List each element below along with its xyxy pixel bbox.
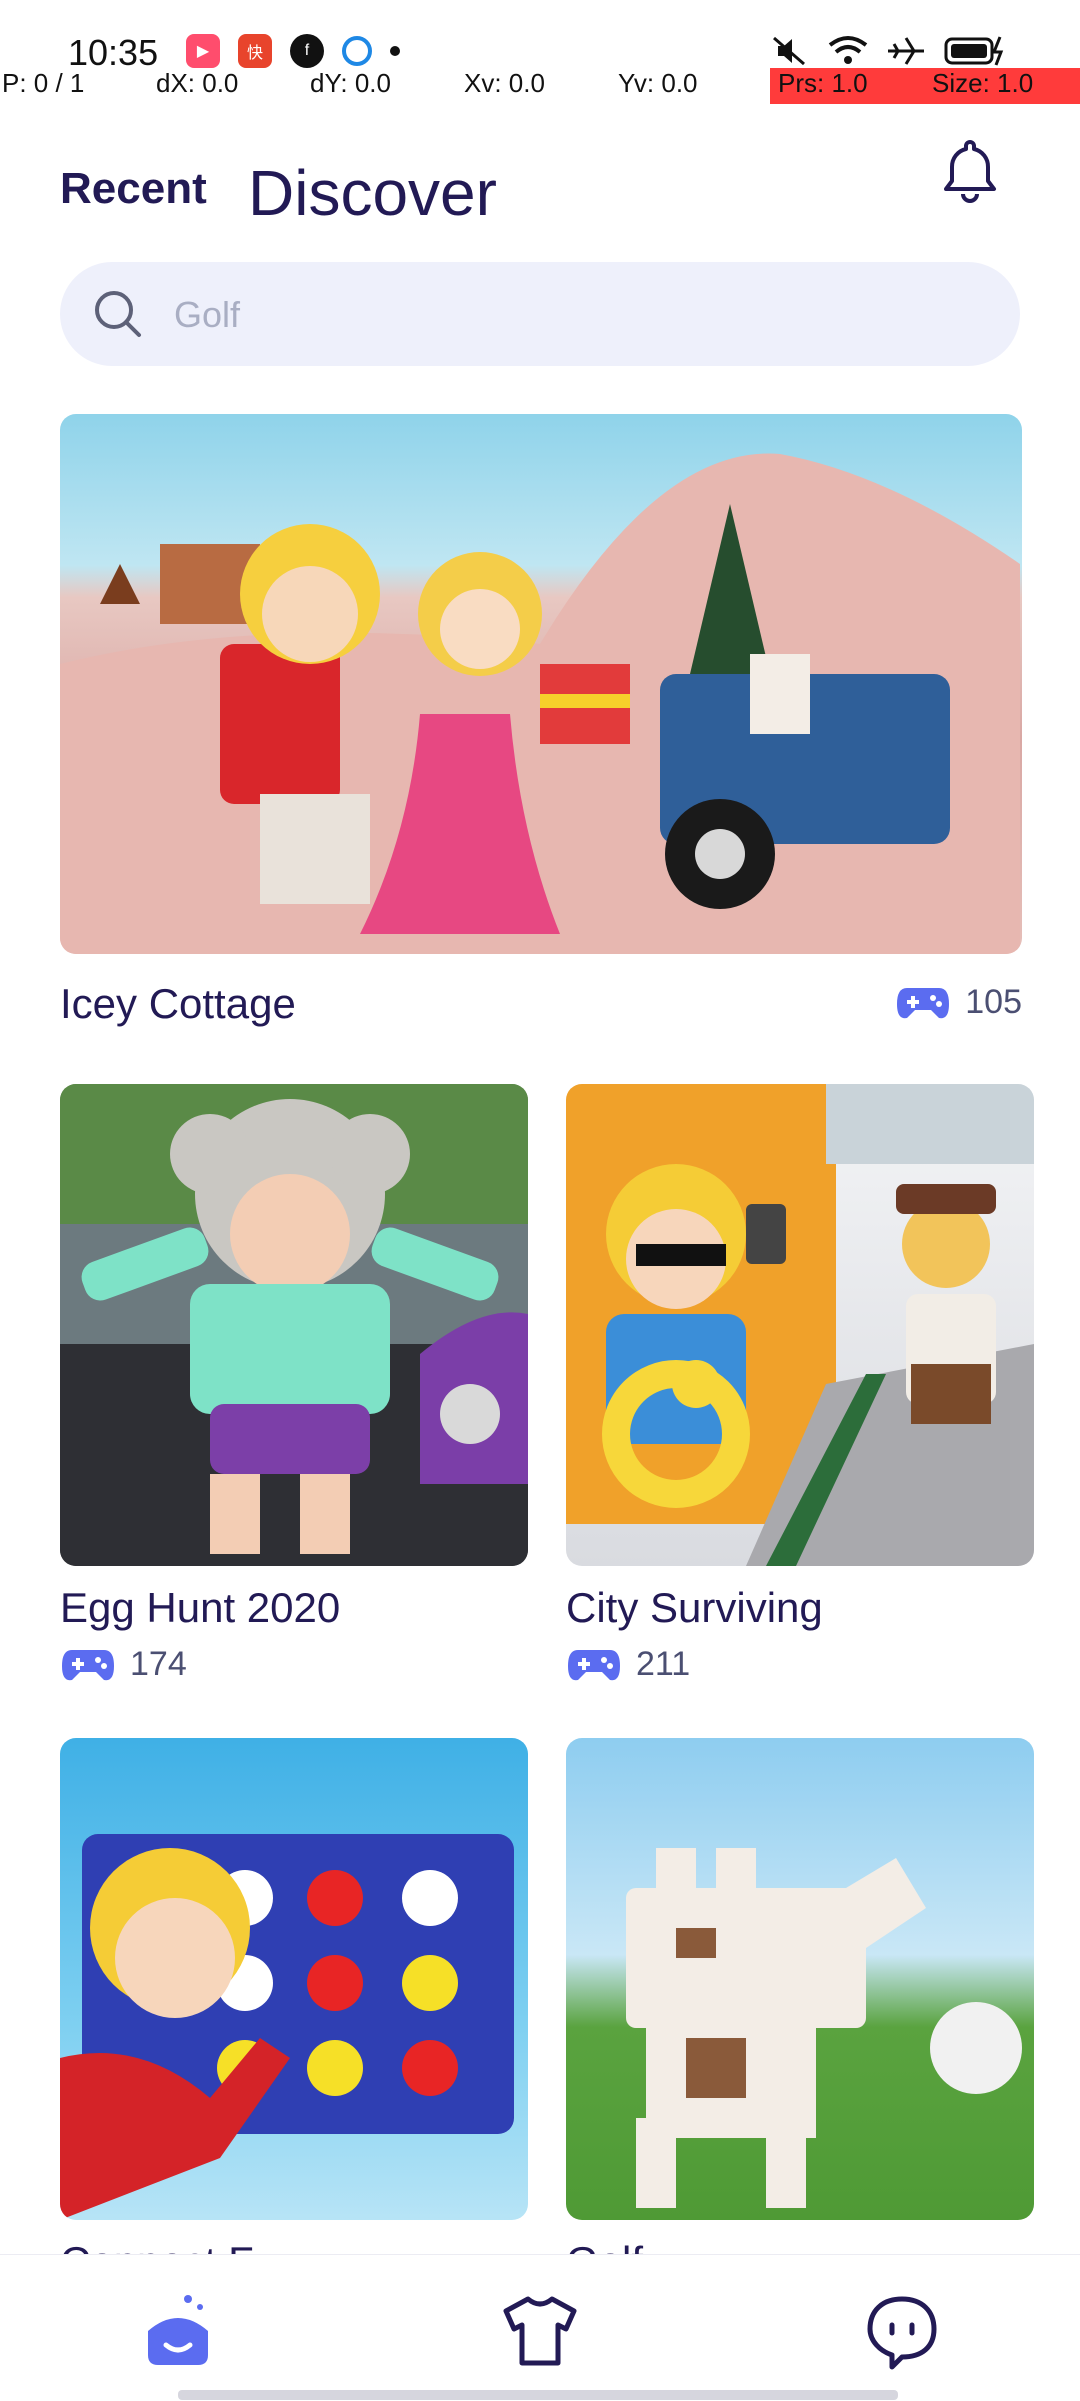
play-count: 211 (566, 1644, 690, 1684)
game-thumbnail[interactable] (60, 1738, 528, 2220)
game-thumbnail[interactable] (566, 1084, 1034, 1566)
browser-icon (342, 36, 372, 66)
facebook-icon: f (290, 34, 324, 68)
pointer-count: P: 0 / 1 (2, 68, 85, 98)
tab-discover[interactable]: Discover (248, 156, 497, 230)
gamepad-icon (62, 1650, 114, 1681)
search-bar[interactable] (60, 262, 1020, 366)
bell-icon[interactable] (934, 134, 1006, 206)
play-count-value: 174 (130, 1644, 187, 1683)
play-count: 174 (60, 1644, 187, 1684)
game-title: Icey Cottage (60, 980, 296, 1027)
pointer-location-overlay: P: 0 / 1 dX: 0.0 dY: 0.0 Xv: 0.0 Yv: 0.0… (0, 68, 1080, 104)
play-count-value: 105 (965, 982, 1022, 1021)
wifi-icon (828, 36, 868, 64)
kuaibao-app-icon: 快 (238, 34, 272, 68)
pointer-dx: dX: 0.0 (156, 68, 239, 98)
gamepad-icon (568, 1650, 620, 1681)
icey-cottage-scene (60, 453, 1020, 954)
shirt-icon[interactable] (500, 2291, 580, 2371)
golf-scene (626, 1848, 1022, 2208)
game-card-connect-four[interactable]: Connect F... (60, 1738, 528, 2285)
video-app-icon: ▶ (186, 34, 220, 68)
gesture-bar[interactable] (178, 2390, 898, 2400)
game-card-golf[interactable]: Golf (566, 1738, 1034, 2285)
home-icon[interactable] (138, 2291, 218, 2371)
game-title: City Surviving (566, 1584, 823, 1631)
egg-hunt-scene (60, 1084, 528, 1566)
city-surviving-scene (566, 1084, 1034, 1566)
pointer-yv: Yv: 0.0 (618, 68, 698, 98)
more-notifications-icon (390, 46, 400, 56)
game-card-egg-hunt[interactable]: Egg Hunt 2020 174 (60, 1084, 528, 1704)
airplane-icon (888, 37, 924, 65)
connect-four-scene (60, 1834, 514, 2220)
pointer-xv: Xv: 0.0 (464, 68, 545, 98)
game-thumbnail[interactable] (60, 1084, 528, 1566)
notification-icons: ▶ 快 f (186, 34, 400, 68)
status-bar: 10:35 ▶ 快 f (0, 0, 1080, 73)
search-input[interactable] (172, 290, 976, 340)
search-icon (95, 291, 141, 337)
pointer-dy: dY: 0.0 (310, 68, 391, 98)
game-card-icey-cottage[interactable]: Icey Cottage 105 (60, 414, 1022, 1034)
game-thumbnail[interactable] (60, 414, 1022, 954)
chat-icon[interactable] (862, 2291, 942, 2371)
tab-recent[interactable]: Recent (60, 164, 207, 214)
play-count: 105 (895, 982, 1022, 1022)
game-thumbnail[interactable] (566, 1738, 1034, 2220)
mute-icon (773, 36, 805, 66)
game-title: Egg Hunt 2020 (60, 1584, 341, 1631)
bottom-navigation (0, 2254, 1080, 2401)
play-count-value: 211 (636, 1644, 691, 1683)
battery-icon (944, 36, 1004, 66)
game-card-city-surviving[interactable]: City Surviving 211 (566, 1084, 1034, 1704)
pointer-size: Size: 1.0 (924, 68, 1080, 104)
system-icons (770, 34, 1010, 68)
gamepad-icon (897, 988, 950, 1019)
pointer-pressure: Prs: 1.0 (770, 68, 926, 104)
